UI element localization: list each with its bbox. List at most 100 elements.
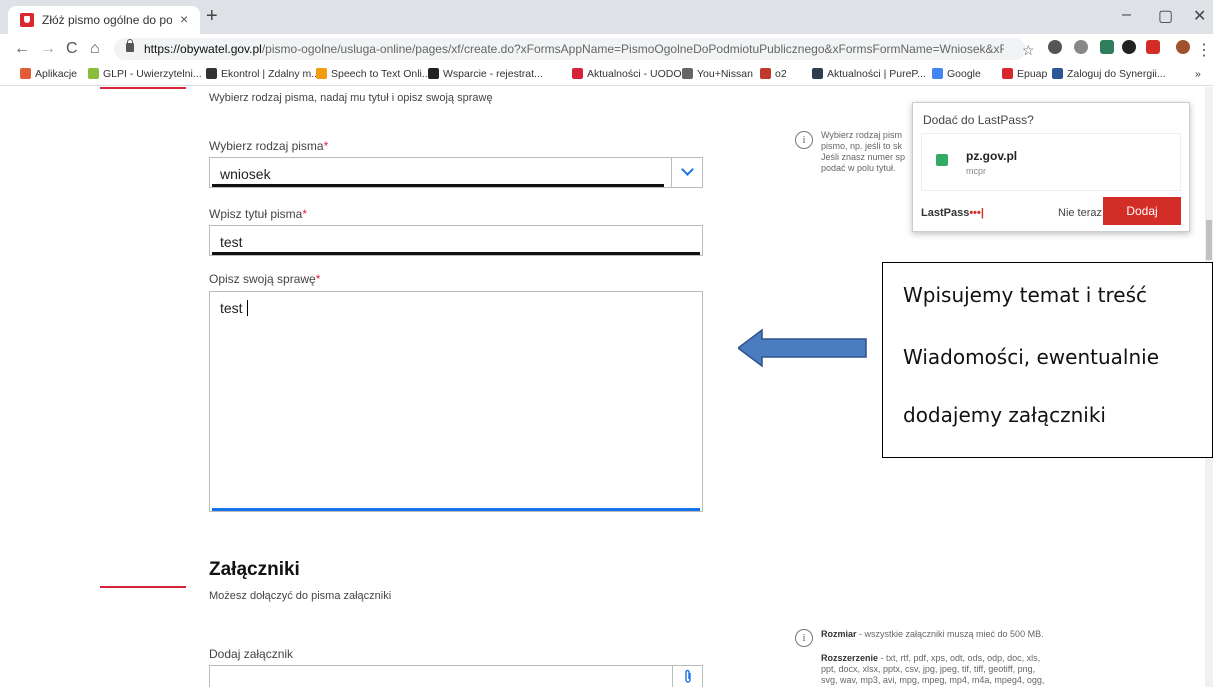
profile-avatar[interactable] (1176, 40, 1190, 54)
bookmark-label: Wsparcie - rejestrat... (443, 68, 543, 80)
not-now-button[interactable]: Nie teraz (1058, 207, 1102, 219)
bookmark-item[interactable]: Epuap (1002, 68, 1047, 80)
tab-strip: Złóż pismo ogólne do podmiotu × + – ▢ ✕ (0, 0, 1213, 34)
bookmark-item[interactable]: Aktualności - UODO (572, 68, 682, 80)
bookmark-label: Epuap (1017, 68, 1048, 80)
bookmark-label: Aktualności | PureP... (827, 68, 926, 80)
description-textarea[interactable]: test (209, 291, 703, 512)
bookmark-item[interactable]: Aplikacje (20, 68, 77, 80)
add-button[interactable]: Dodaj (1103, 197, 1181, 225)
bookmark-item[interactable]: Speech to Text Onli... (316, 68, 431, 80)
bookmark-label: o2 (775, 68, 787, 80)
focus-underline (212, 508, 700, 511)
lock-icon (126, 39, 134, 52)
bookmark-label: Speech to Text Onli... (331, 68, 431, 80)
attachments-subtitle: Możesz dołączyć do pisma załączniki (209, 590, 392, 602)
lastpass-user: mcpr (966, 166, 986, 176)
extension-icon[interactable] (1074, 40, 1088, 54)
bookmark-item[interactable]: Zaloguj do Synergii... (1052, 68, 1166, 80)
bookmark-favicon-icon (206, 68, 217, 79)
type-info-text: Wybierz rodzaj pism pismo, np. jeśli to … (821, 130, 906, 173)
bookmark-item[interactable]: Wsparcie - rejestrat... (428, 68, 543, 80)
info-icon: i (795, 629, 813, 647)
bookmarks-overflow-button[interactable]: » (1195, 68, 1201, 80)
bookmark-favicon-icon (428, 68, 439, 79)
browser-menu-button[interactable]: ⋮ (1196, 40, 1212, 60)
annotation-line: Wpisujemy temat i treść (903, 283, 1148, 307)
tab-active[interactable]: Złóż pismo ogólne do podmiotu × (8, 6, 200, 34)
bookmark-favicon-icon (88, 68, 99, 79)
bookmark-favicon-icon (760, 68, 771, 79)
lastpass-popup: Dodać do LastPass? pz.gov.pl mcpr LastPa… (912, 102, 1190, 232)
extension-icon[interactable] (1100, 40, 1114, 54)
site-favicon-icon (936, 154, 948, 166)
type-select[interactable]: wniosek (209, 157, 703, 188)
extension-icon[interactable] (1122, 40, 1136, 54)
browser-toolbar: ← → C ⌂ https://obywatel.gov.pl/pismo-og… (0, 34, 1213, 64)
window-close-button[interactable]: ✕ (1193, 6, 1206, 26)
annotation-line: Wiadomości, ewentualnie (903, 345, 1159, 369)
bookmarks-bar: Aplikacje GLPI - Uwierzytelni... Ekontrol … (0, 64, 1213, 86)
address-bar[interactable]: https://obywatel.gov.pl/pismo-ogolne/usl… (114, 38, 1026, 60)
bookmark-favicon-icon (812, 68, 823, 79)
tab-title: Złóż pismo ogólne do podmiotu (42, 13, 172, 27)
tab-close-button[interactable]: × (180, 11, 188, 27)
gov-favicon-icon (20, 13, 34, 27)
lastpass-site: pz.gov.pl (966, 149, 1018, 163)
annotation-arrow-icon (738, 328, 867, 368)
type-label: Wybierz rodzaj pisma* (209, 139, 329, 153)
bookmark-favicon-icon (572, 68, 583, 79)
section-accent-line (100, 87, 186, 89)
maximize-button[interactable]: ▢ (1158, 6, 1173, 26)
section-hint: Wybierz rodzaj pisma, nadaj mu tytuł i o… (209, 92, 493, 104)
bookmark-label: GLPI - Uwierzytelni... (103, 68, 202, 80)
lastpass-extension-icon[interactable] (1146, 40, 1160, 54)
lastpass-site-item[interactable]: pz.gov.pl mcpr (921, 133, 1181, 191)
lastpass-header: Dodać do LastPass? (923, 113, 1034, 127)
bookmark-label: Zaloguj do Synergii... (1067, 68, 1166, 80)
forward-button[interactable]: → (40, 40, 56, 58)
url-text: https://obywatel.gov.pl/pismo-ogolne/usl… (144, 42, 1004, 56)
bookmark-favicon-icon (682, 68, 693, 79)
new-tab-button[interactable]: + (206, 6, 218, 26)
title-input-value: test (220, 234, 243, 250)
size-info: Rozmiar - wszystkie załączniki muszą mie… (821, 629, 1044, 639)
back-button[interactable]: ← (14, 40, 30, 58)
annotation-line: dodajemy załączniki (903, 403, 1106, 427)
annotation-box: Wpisujemy temat i treść Wiadomości, ewen… (882, 262, 1213, 458)
description-value: test (220, 300, 243, 316)
bookmark-label: Aktualności - UODO (587, 68, 682, 80)
paperclip-icon[interactable] (683, 669, 693, 685)
chevron-down-icon[interactable] (671, 157, 703, 187)
info-icon: i (795, 131, 813, 149)
extension-icon[interactable] (1048, 40, 1062, 54)
bookmark-label: Aplikacje (35, 68, 78, 80)
bookmark-label: Google (947, 68, 981, 80)
bookmark-star-icon[interactable]: ☆ (1022, 42, 1035, 59)
bookmark-favicon-icon (932, 68, 943, 79)
description-label: Opisz swoją sprawę* (209, 272, 321, 286)
bookmark-favicon-icon (316, 68, 327, 79)
section-accent-line (100, 586, 186, 588)
bookmark-item[interactable]: Ekontrol | Zdalny m... (206, 68, 320, 80)
home-button[interactable]: ⌂ (90, 40, 100, 58)
attachment-input[interactable] (209, 665, 703, 687)
bookmark-item[interactable]: Aktualności | PureP... (812, 68, 926, 80)
bookmark-label: Ekontrol | Zdalny m... (221, 68, 321, 80)
scrollbar-thumb[interactable] (1206, 220, 1212, 260)
title-label: Wpisz tytuł pisma* (209, 207, 308, 221)
bookmark-item[interactable]: Google (932, 68, 981, 80)
type-select-value: wniosek (220, 166, 271, 182)
bookmark-item[interactable]: o2 (760, 68, 787, 80)
lastpass-logo: LastPass•••| (921, 207, 984, 219)
attachments-heading: Załączniki (209, 559, 300, 580)
title-input[interactable]: test (209, 225, 703, 256)
reload-button[interactable]: C (66, 40, 78, 58)
bookmark-favicon-icon (1002, 68, 1013, 79)
extensions-info: Rozszerzenie - txt, rtf, pdf, xps, odt, … (821, 653, 1045, 685)
bookmark-item[interactable]: You+Nissan (682, 68, 753, 80)
bookmark-label: You+Nissan (697, 68, 753, 80)
bookmark-item[interactable]: GLPI - Uwierzytelni... (88, 68, 202, 80)
add-attachment-label: Dodaj załącznik (209, 647, 294, 661)
minimize-button[interactable]: – (1122, 6, 1131, 24)
